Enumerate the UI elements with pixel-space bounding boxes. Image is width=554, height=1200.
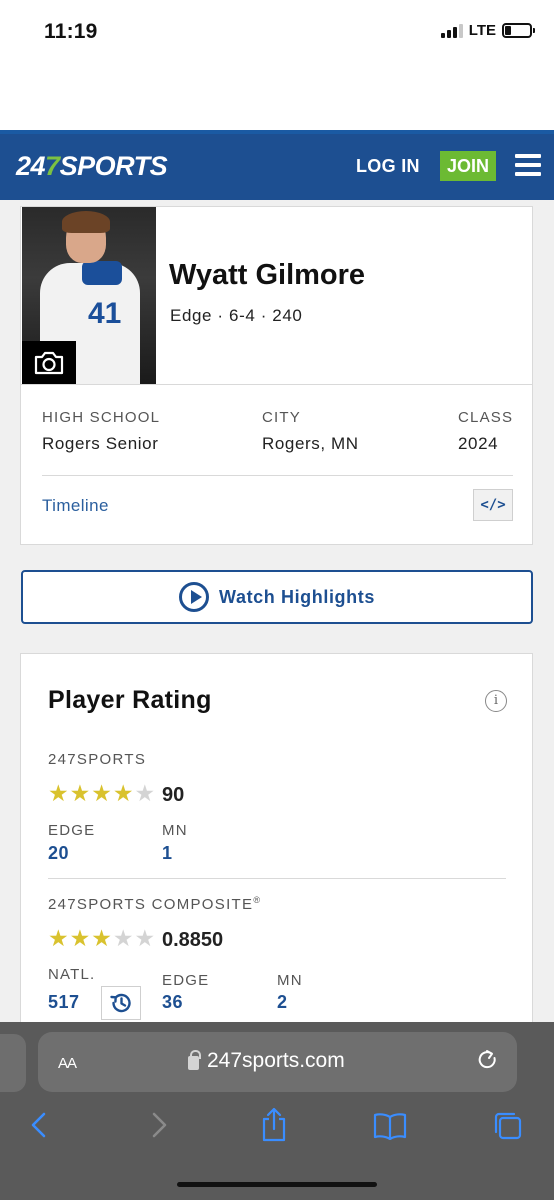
player-card: 41 Wyatt Gilmore Edge · 6-4 · 240 HIGH S… xyxy=(20,206,533,545)
status-time: 11:19 xyxy=(44,20,98,43)
previous-tab-edge[interactable] xyxy=(0,1034,26,1092)
class-value: 2024 xyxy=(458,434,499,453)
star-icon: ★ xyxy=(48,925,69,951)
registered-mark: ® xyxy=(253,895,262,905)
rank-label-position: EDGE xyxy=(48,822,96,839)
star-icon: ★ xyxy=(134,925,156,951)
rank-value-national[interactable]: 517 xyxy=(48,992,80,1013)
high-school-value[interactable]: Rogers Senior xyxy=(42,434,158,454)
lock-icon xyxy=(188,1050,201,1070)
url-text: 247sports.com xyxy=(207,1049,345,1072)
site-logo[interactable]: 247SPORTS xyxy=(16,151,168,182)
browser-toolbar xyxy=(0,1102,554,1152)
embed-code-button[interactable]: </> xyxy=(473,489,513,521)
rank-history-icon[interactable] xyxy=(101,986,141,1020)
info-icon[interactable]: i xyxy=(485,690,507,712)
reader-settings-button[interactable]: AA xyxy=(58,1050,77,1074)
player-rating-card: Player Rating i 247SPORTS ★ ★ ★ ★ ★ 90 E… xyxy=(20,653,533,1033)
browser-chrome: AA 247sports.com xyxy=(0,1022,554,1200)
247sports-rating-label: 247SPORTS xyxy=(48,751,147,768)
star-icon: ★ xyxy=(91,780,112,806)
bookmarks-icon[interactable] xyxy=(372,1112,408,1145)
player-name: Wyatt Gilmore xyxy=(169,259,366,291)
signal-icon xyxy=(440,23,463,38)
address-bar[interactable]: AA 247sports.com xyxy=(38,1032,517,1092)
logo-seven: 7 xyxy=(45,151,60,181)
watch-highlights-button[interactable]: Watch Highlights xyxy=(21,570,533,624)
rank-label-national: NATL. xyxy=(48,966,96,983)
rank-label-state: MN xyxy=(277,972,303,989)
share-icon[interactable] xyxy=(259,1106,289,1147)
forward-icon[interactable] xyxy=(148,1110,170,1145)
rank-value-position[interactable]: 36 xyxy=(162,992,183,1013)
star-icon: ★ xyxy=(48,780,69,806)
hamburger-menu-icon[interactable] xyxy=(515,154,541,176)
high-school-label: HIGH SCHOOL xyxy=(42,409,161,426)
star-icon: ★ xyxy=(112,925,134,951)
star-icon: ★ xyxy=(134,780,156,806)
city-label: CITY xyxy=(262,409,301,426)
rank-label-position: EDGE xyxy=(162,972,210,989)
class-label: CLASS xyxy=(458,409,514,426)
player-rating-title: Player Rating xyxy=(48,686,212,714)
star-icon: ★ xyxy=(69,780,91,806)
watch-highlights-label: Watch Highlights xyxy=(219,586,375,607)
divider xyxy=(21,384,532,385)
reload-icon[interactable] xyxy=(477,1049,499,1078)
star-icon: ★ xyxy=(112,780,134,806)
join-button[interactable]: JOIN xyxy=(440,151,496,181)
composite-label-text: 247SPORTS COMPOSITE xyxy=(48,896,254,913)
network-label: LTE xyxy=(468,22,496,39)
battery-icon xyxy=(502,23,535,38)
site-header: 247SPORTS LOG IN JOIN xyxy=(0,130,554,200)
rank-label-state: MN xyxy=(162,822,188,839)
tabs-icon[interactable] xyxy=(492,1110,524,1147)
player-photo[interactable]: 41 xyxy=(22,207,156,384)
247sports-score: 90 xyxy=(162,784,185,806)
play-icon xyxy=(179,582,210,612)
logo-prefix: 24 xyxy=(16,151,46,181)
rank-value-position[interactable]: 20 xyxy=(48,843,69,864)
divider xyxy=(48,878,506,879)
url-display[interactable]: 247sports.com xyxy=(188,1049,345,1073)
city-value: Rogers, MN xyxy=(262,434,359,453)
login-link[interactable]: LOG IN xyxy=(356,156,420,177)
rank-value-state[interactable]: 2 xyxy=(277,992,288,1013)
logo-suffix: SPORTS xyxy=(59,151,168,181)
jersey-number: 41 xyxy=(88,297,122,330)
back-icon[interactable] xyxy=(28,1110,50,1145)
aa-label: AA xyxy=(58,1055,77,1072)
divider xyxy=(42,475,513,476)
player-meta: Edge · 6-4 · 240 xyxy=(170,306,303,325)
composite-star-rating: ★ ★ ★ ★ ★ xyxy=(48,927,155,950)
home-indicator xyxy=(177,1182,377,1187)
star-icon: ★ xyxy=(91,925,112,951)
rank-value-state[interactable]: 1 xyxy=(162,843,173,864)
status-indicators: LTE xyxy=(440,22,535,39)
camera-icon[interactable] xyxy=(22,341,76,384)
247sports-star-rating: ★ ★ ★ ★ ★ xyxy=(48,782,155,805)
composite-rating-label: 247SPORTS COMPOSITE® xyxy=(48,895,261,913)
star-icon: ★ xyxy=(69,925,91,951)
status-bar: 11:19 LTE xyxy=(0,0,554,130)
composite-score: 0.8850 xyxy=(162,929,224,951)
timeline-link[interactable]: Timeline xyxy=(42,496,109,516)
